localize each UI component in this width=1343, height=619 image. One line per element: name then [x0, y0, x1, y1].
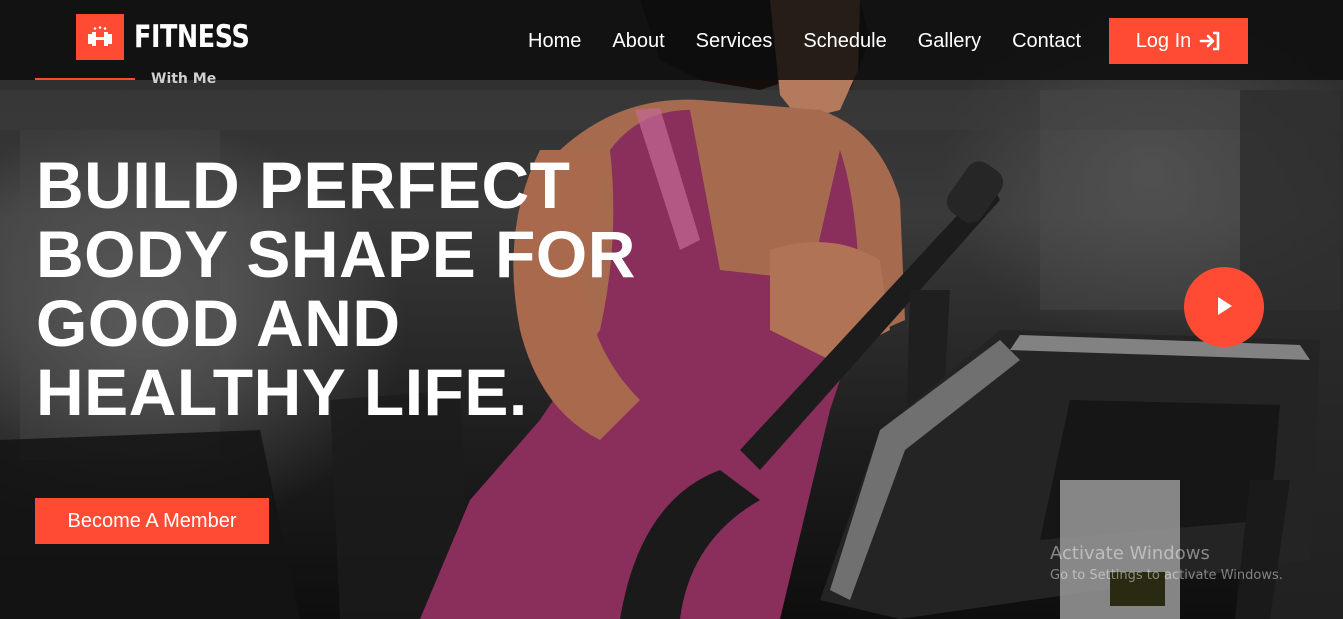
play-video-button[interactable] — [1184, 267, 1264, 347]
headline-line: BUILD PERFECT — [36, 148, 571, 222]
headline-line: BODY SHAPE FOR — [36, 217, 636, 291]
dumbbell-icon — [76, 14, 124, 60]
nav-home[interactable]: Home — [528, 30, 581, 52]
sign-in-icon — [1199, 31, 1221, 51]
headline-line: HEALTHY LIFE. — [36, 355, 528, 429]
brand-name: FITNESS — [134, 19, 250, 55]
brand-logo[interactable]: FITNESS — [76, 14, 275, 60]
hero-headline: BUILD PERFECT BODY SHAPE FOR GOOD AND HE… — [36, 151, 736, 427]
watermark-subtitle: Go to Settings to activate Windows. — [1050, 568, 1283, 583]
main-nav: Home About Services Schedule Gallery Con… — [528, 30, 1112, 52]
headline-line: GOOD AND — [36, 286, 401, 360]
login-button[interactable]: Log In — [1109, 18, 1248, 64]
nav-schedule[interactable]: Schedule — [803, 30, 886, 52]
hero-tagline: With Me — [151, 71, 217, 87]
tagline-divider — [35, 78, 135, 80]
login-label: Log In — [1135, 29, 1192, 52]
watermark-title: Activate Windows — [1050, 543, 1210, 564]
nav-services[interactable]: Services — [696, 30, 773, 52]
windows-activation-watermark: Activate Windows Go to Settings to activ… — [1050, 543, 1283, 585]
nav-about[interactable]: About — [612, 30, 664, 52]
become-member-button[interactable]: Become A Member — [35, 498, 269, 544]
nav-gallery[interactable]: Gallery — [918, 30, 981, 52]
navbar: FITNESS Home About Services Schedule Gal… — [0, 0, 1343, 80]
nav-contact[interactable]: Contact — [1012, 30, 1081, 52]
play-icon — [1213, 295, 1235, 320]
